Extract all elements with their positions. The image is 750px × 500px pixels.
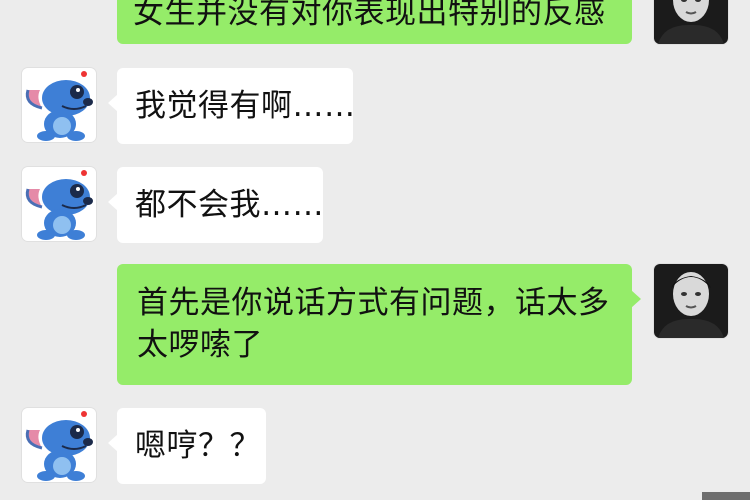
message-bubble-self[interactable]: 首先是你说话方式有问题，话太多太啰嗦了: [117, 264, 641, 385]
message-text: 我觉得有啊……: [135, 88, 356, 124]
message-bubble-other[interactable]: 都不会我……: [108, 167, 324, 243]
chat-conversation: 女生并没有对你表现出特别的反感 我觉得有啊…… 都不会我…… 首先是你说话方式有…: [0, 0, 750, 500]
message-text: 首先是你说话方式有问题，话太多太啰嗦了: [137, 285, 610, 363]
blue-cartoon-creature-icon: [22, 408, 96, 482]
blue-cartoon-creature-icon: [22, 68, 96, 142]
black-white-person-photo-icon: [654, 264, 728, 338]
self-avatar[interactable]: [654, 0, 728, 44]
message-text: 都不会我……: [135, 187, 324, 223]
message-bubble-other[interactable]: 我觉得有啊……: [108, 68, 356, 144]
message-bubble-self[interactable]: 女生并没有对你表现出特别的反感: [117, 0, 632, 44]
other-avatar[interactable]: [22, 408, 96, 482]
watermark-strip: [702, 492, 750, 500]
message-text: 女生并没有对你表现出特别的反感: [133, 0, 606, 31]
self-avatar[interactable]: [654, 264, 728, 338]
other-avatar[interactable]: [22, 167, 96, 241]
black-white-person-photo-icon: [654, 0, 728, 44]
blue-cartoon-creature-icon: [22, 167, 96, 241]
message-text: 嗯哼？？: [135, 428, 261, 464]
message-bubble-other[interactable]: 嗯哼？？: [108, 408, 266, 484]
other-avatar[interactable]: [22, 68, 96, 142]
